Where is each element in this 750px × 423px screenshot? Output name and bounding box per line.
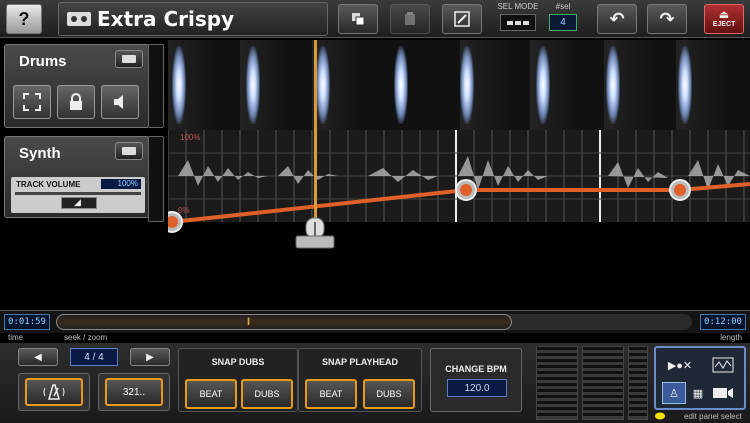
decorative-vent bbox=[536, 346, 578, 420]
track-toggle-synth[interactable] bbox=[115, 142, 143, 160]
paste-icon bbox=[405, 12, 415, 25]
track-name-synth: Synth bbox=[19, 145, 61, 162]
paste-button[interactable] bbox=[390, 4, 430, 34]
envelope-point[interactable] bbox=[455, 179, 477, 201]
snap-playhead-title: SNAP PLAYHEAD bbox=[321, 357, 399, 367]
decorative-vent bbox=[628, 346, 648, 420]
track-header-drums: Drums bbox=[4, 44, 150, 128]
snap-dubs-beat-button[interactable]: BEAT bbox=[185, 379, 237, 409]
selection-count: #sel 4 bbox=[546, 2, 580, 36]
lock-button[interactable] bbox=[57, 85, 95, 119]
length-display[interactable]: 0:12:00 bbox=[700, 314, 746, 330]
timeline[interactable]: 100% 0% bbox=[168, 40, 750, 310]
edit-icon bbox=[454, 11, 470, 27]
track-header-synth: Synth TRACK VOLUME 100% bbox=[4, 136, 150, 218]
snap-playhead-group: SNAP PLAYHEAD BEAT DUBS bbox=[298, 348, 422, 412]
eject-label: EJECT bbox=[712, 21, 736, 28]
help-icon: ? bbox=[18, 8, 30, 29]
track-name-drums: Drums bbox=[19, 53, 67, 70]
seek-zoom-window[interactable]: I bbox=[56, 314, 512, 330]
wave-icon[interactable] bbox=[708, 354, 738, 376]
snap-dubs-dubs-button[interactable]: DUBS bbox=[241, 379, 293, 409]
track-rail-synth[interactable] bbox=[148, 136, 164, 222]
length-label: length bbox=[720, 333, 742, 342]
undo-icon: ↶ bbox=[609, 8, 625, 29]
top-toolbar: ? Extra Crispy SEL MODE #sel 4 ↶ ↷ ⏏ EJE… bbox=[0, 0, 750, 38]
edit-panel-select-label: edit panel select bbox=[684, 412, 742, 421]
project-title-box[interactable]: Extra Crispy bbox=[58, 2, 328, 36]
seek-cursor[interactable]: I bbox=[247, 316, 250, 328]
time-signature-prev-button[interactable]: ◀ bbox=[18, 348, 58, 366]
transport-panel-icon[interactable]: ▶●✕ bbox=[660, 354, 700, 376]
count-in-control: 321.. bbox=[98, 373, 170, 411]
snap-dubs-title: SNAP DUBS bbox=[211, 357, 265, 367]
seek-zoom-label: seek / zoom bbox=[64, 333, 108, 342]
envelope-point[interactable] bbox=[168, 211, 183, 233]
track-volume-bar bbox=[15, 192, 141, 195]
expand-button[interactable] bbox=[13, 85, 51, 119]
sel-mode-label: SEL MODE bbox=[497, 2, 539, 11]
track-volume-value: 100% bbox=[101, 179, 141, 189]
track-volume-panel: TRACK VOLUME 100% bbox=[11, 177, 145, 213]
selection-count-value: 4 bbox=[549, 14, 577, 31]
copy-button[interactable] bbox=[338, 4, 378, 34]
track-volume-label: TRACK VOLUME bbox=[16, 180, 81, 189]
volume-envelope[interactable] bbox=[168, 40, 750, 260]
edit-panel-led-icon bbox=[655, 412, 665, 420]
video-icon[interactable] bbox=[708, 382, 738, 404]
speaker-icon bbox=[114, 95, 123, 109]
redo-icon: ↷ bbox=[659, 8, 675, 29]
bpm-value[interactable]: 120.0 bbox=[447, 379, 507, 397]
time-label: time bbox=[8, 333, 24, 342]
expand-icon bbox=[23, 93, 41, 111]
snap-dubs-group: SNAP DUBS BEAT DUBS bbox=[178, 348, 298, 412]
change-bpm-label: CHANGE BPM bbox=[445, 364, 507, 374]
envelope-point[interactable] bbox=[669, 179, 691, 201]
sel-mode-value[interactable] bbox=[500, 14, 536, 31]
edit-button[interactable] bbox=[442, 4, 482, 34]
metronome-control bbox=[18, 373, 90, 411]
track-rail-drums[interactable] bbox=[148, 44, 164, 128]
track-volume-slider[interactable] bbox=[61, 197, 97, 209]
metronome-icon bbox=[43, 384, 65, 400]
track-toggle-drums[interactable] bbox=[115, 50, 143, 68]
change-bpm-control[interactable]: CHANGE BPM 120.0 bbox=[430, 348, 522, 412]
copy-icon bbox=[352, 13, 365, 26]
seek-zoom-track[interactable]: I bbox=[56, 314, 692, 330]
help-button[interactable]: ? bbox=[6, 4, 42, 34]
time-signature-display: 4 / 4 bbox=[70, 348, 118, 366]
eject-button[interactable]: ⏏ EJECT bbox=[704, 4, 744, 34]
count-in-button[interactable]: 321.. bbox=[105, 378, 163, 406]
playhead-handle[interactable] bbox=[292, 216, 338, 250]
eject-icon: ⏏ bbox=[718, 9, 730, 21]
snap-playhead-dubs-button[interactable]: DUBS bbox=[363, 379, 415, 409]
bottom-panel: ◀ 4 / 4 ▶ 321.. SNAP DUBS BEAT DUBS SNAP… bbox=[0, 343, 750, 423]
grid-panel-icon[interactable]: ▦ bbox=[686, 382, 710, 404]
undo-button[interactable]: ↶ bbox=[597, 4, 637, 34]
time-signature-next-button[interactable]: ▶ bbox=[130, 348, 170, 366]
project-title: Extra Crispy bbox=[97, 7, 235, 31]
lock-icon bbox=[70, 93, 82, 110]
metronome-button[interactable] bbox=[25, 378, 83, 406]
edit-panel-selector: ▶●✕ ♙ ▦ bbox=[654, 346, 746, 410]
current-time-display: 0:01:59 bbox=[4, 314, 50, 330]
redo-button[interactable]: ↷ bbox=[647, 4, 687, 34]
metronome-panel-icon[interactable]: ♙ bbox=[662, 382, 686, 404]
mute-button[interactable] bbox=[101, 85, 139, 119]
sel-mode-control[interactable]: SEL MODE bbox=[494, 2, 542, 36]
seek-labels: time seek / zoom length bbox=[0, 333, 750, 343]
snap-playhead-beat-button[interactable]: BEAT bbox=[305, 379, 357, 409]
selection-count-label: #sel bbox=[555, 2, 571, 11]
cassette-icon bbox=[67, 12, 91, 26]
playhead-line[interactable] bbox=[314, 40, 317, 240]
seek-bar: 0:01:59 I 0:12:00 bbox=[0, 310, 750, 333]
decorative-vent bbox=[582, 346, 624, 420]
